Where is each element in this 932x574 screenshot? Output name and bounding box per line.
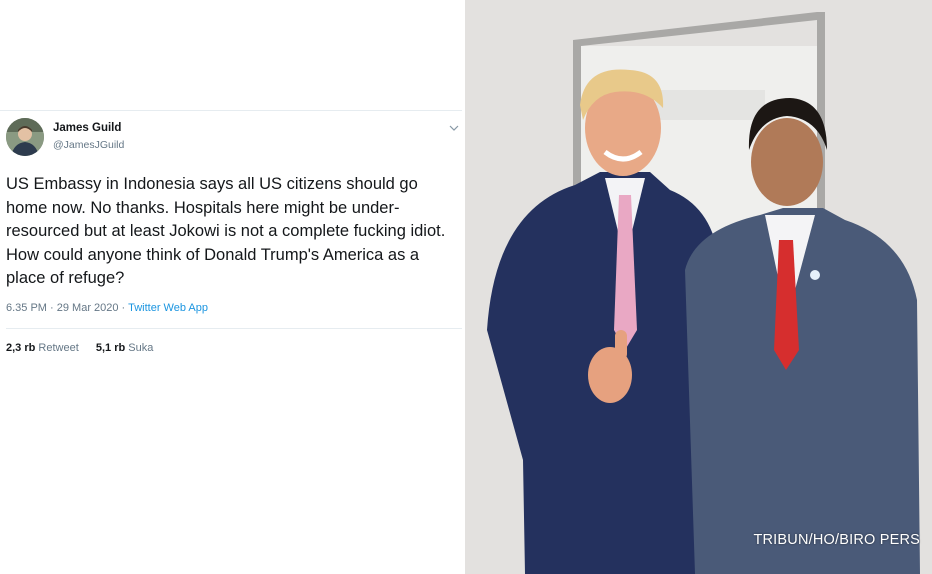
retweet-label: Retweet <box>38 342 79 354</box>
tweet-stats: 2,3 rb Retweet 5,1 rb Suka <box>6 342 153 354</box>
tweet-timestamp[interactable]: 6.35 PM · 29 Mar 2020 · <box>6 302 128 314</box>
retweet-count: 2,3 rb <box>6 342 36 354</box>
divider <box>6 328 462 329</box>
tweet-text: US Embassy in Indonesia says all US citi… <box>6 175 446 288</box>
like-stat[interactable]: 5,1 rb Suka <box>96 342 154 354</box>
chevron-down-icon[interactable] <box>448 121 460 133</box>
retweet-stat[interactable]: 2,3 rb Retweet <box>6 342 79 354</box>
photo-credit: TRIBUN/HO/BIRO PERS <box>753 532 920 548</box>
like-count: 5,1 rb <box>95 342 126 354</box>
news-photo: TRIBUN/HO/BIRO PERS <box>465 0 932 574</box>
source-app-link[interactable]: Twitter Web App <box>128 302 208 314</box>
avatar[interactable] <box>6 118 44 156</box>
like-label: Suka <box>128 342 154 354</box>
tweet-panel: James Guild @JamesJGuild US Embassy in I… <box>0 0 462 574</box>
author-name[interactable]: James Guild <box>53 122 121 134</box>
author-handle[interactable]: @JamesJGuild <box>53 139 124 151</box>
photo-illustration <box>465 0 932 574</box>
divider <box>0 110 462 111</box>
tweet-meta: 6.35 PM · 29 Mar 2020 · Twitter Web App <box>6 302 208 314</box>
